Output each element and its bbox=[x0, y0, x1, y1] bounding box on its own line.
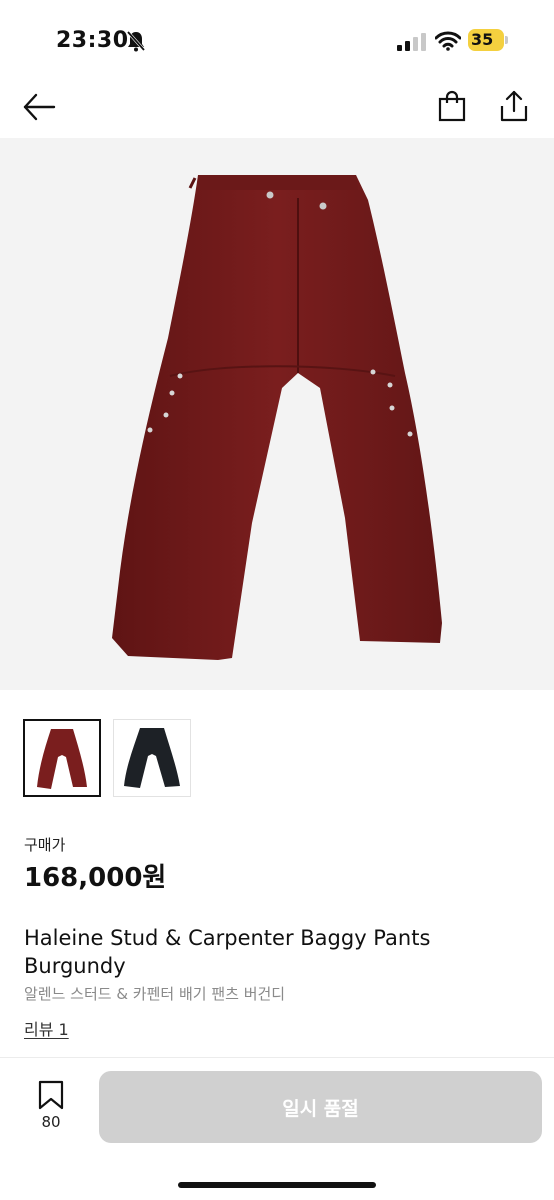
share-icon[interactable] bbox=[499, 89, 529, 123]
wishlist-count: 80 bbox=[41, 1113, 61, 1131]
home-indicator bbox=[178, 1182, 376, 1188]
product-pants-image bbox=[112, 175, 442, 660]
price-label: 구매가 bbox=[24, 836, 66, 854]
sold-out-button[interactable]: 일시 품절 bbox=[99, 1071, 542, 1143]
bottom-divider bbox=[0, 1057, 554, 1058]
product-subtitle: 알렌느 스터드 & 카펜터 배기 팬츠 버건디 bbox=[24, 985, 286, 1003]
bell-muted-icon bbox=[126, 31, 146, 52]
wifi-icon bbox=[435, 31, 461, 51]
bookmark-icon bbox=[38, 1080, 64, 1110]
cellular-signal-icon bbox=[397, 33, 426, 51]
status-bar: 23:30 35 bbox=[0, 0, 554, 80]
shopping-bag-icon[interactable] bbox=[437, 90, 467, 122]
top-navigation bbox=[0, 80, 554, 138]
product-image[interactable] bbox=[0, 138, 554, 690]
thumbnail-burgundy[interactable] bbox=[23, 719, 101, 797]
price-value: 168,000원 bbox=[24, 863, 167, 893]
arrow-left-icon[interactable] bbox=[22, 92, 56, 122]
review-link[interactable]: 리뷰 1 bbox=[24, 1016, 69, 1040]
thumbnail-black-image bbox=[124, 728, 180, 788]
battery-level: 35 bbox=[471, 30, 494, 49]
thumbnail-black[interactable] bbox=[113, 719, 191, 797]
battery-indicator: 35 bbox=[468, 29, 510, 53]
wishlist-button[interactable]: 80 bbox=[34, 1080, 68, 1132]
status-time: 23:30 bbox=[56, 28, 129, 53]
thumbnail-burgundy-image bbox=[37, 729, 87, 789]
product-title: Haleine Stud & Carpenter Baggy Pants Bur… bbox=[24, 926, 431, 978]
